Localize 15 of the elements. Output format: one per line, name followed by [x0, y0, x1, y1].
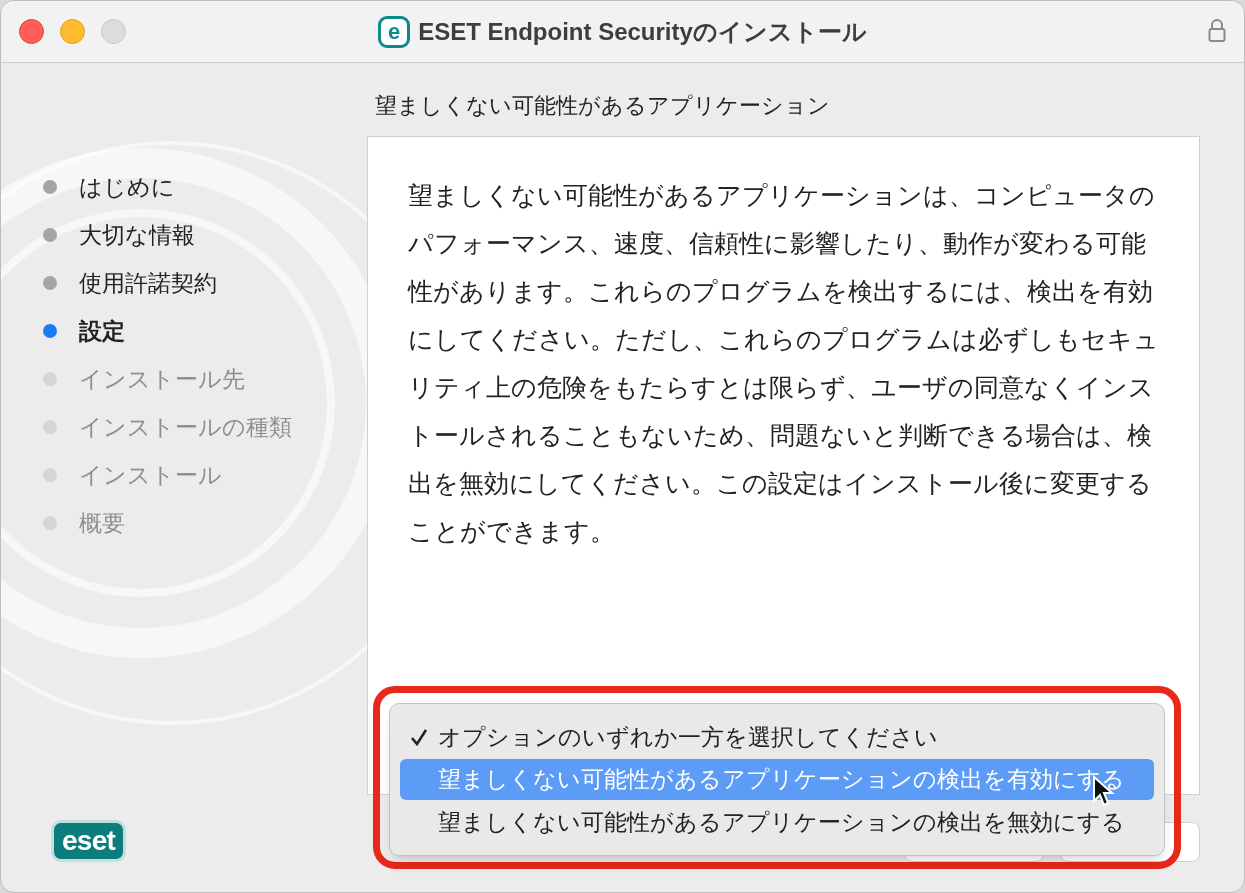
step-label: はじめに: [79, 172, 175, 202]
step-label: 使用許諾契約: [79, 268, 217, 298]
eset-logo: eset: [51, 820, 127, 862]
window-title: ESET Endpoint Securityのインストール: [418, 17, 867, 47]
step-label: 設定: [79, 316, 125, 346]
description-text: 望ましくない可能性があるアプリケーションは、コンピュータのパフォーマンス、速度、信頼性に影響したり、動作が変わる可能性があります。これらのプログラムを検出するには、検出を有効にしてください。ただし、これらのプログラムは必ずしもセキュリティ上の危険をもたらすとは限らず、ユーザの同意なくインストールされることもないため、問題ないと判断できる場合は、検出を無効にしてください。この設定はインストール後に変更することができます。: [408, 180, 1159, 547]
step-label: インストールの種類: [79, 412, 292, 442]
step-label: 大切な情報: [79, 220, 195, 250]
section-heading: 望ましくない可能性があるアプリケーション: [374, 92, 831, 120]
app-icon: e: [378, 16, 411, 48]
step-label: インストール: [79, 460, 222, 490]
step-label: インストール先: [79, 364, 245, 394]
step-label: 概要: [79, 508, 125, 538]
menu-item[interactable]: 望ましくない可能性があるアプリケーションの検出を無効にする: [400, 801, 1154, 843]
menu-item[interactable]: オプションのいずれか一方を選択してください: [400, 716, 1154, 758]
